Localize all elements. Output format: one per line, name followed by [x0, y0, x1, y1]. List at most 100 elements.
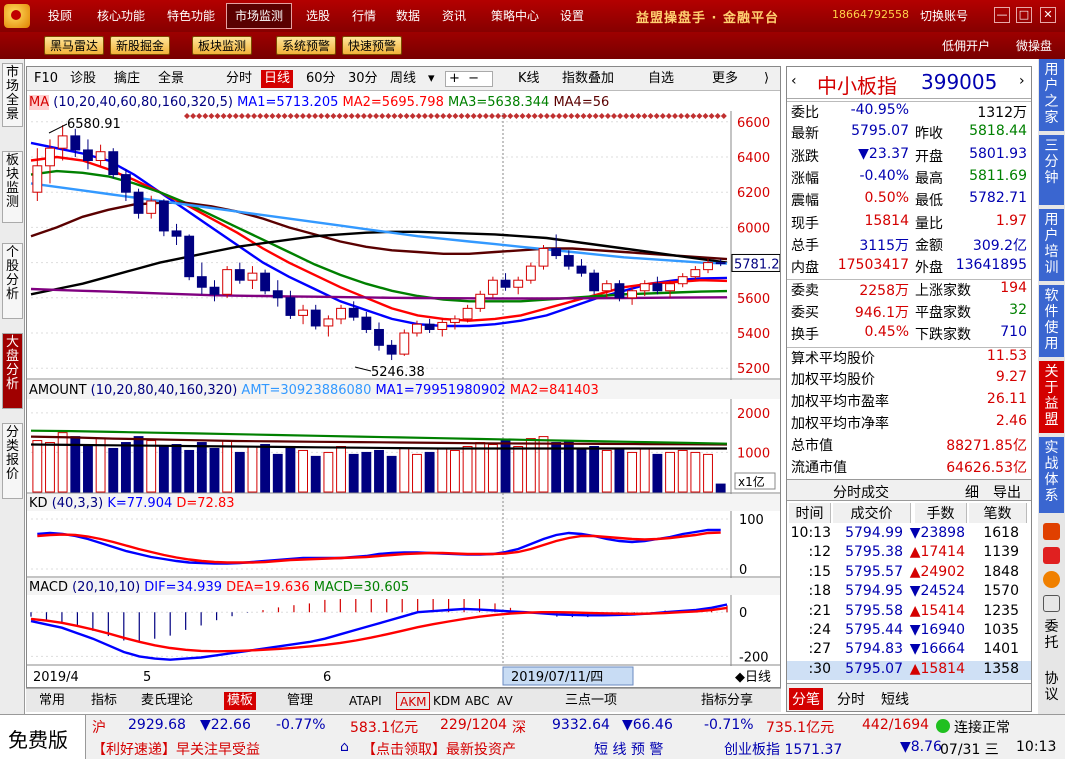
tab-atapi[interactable]: ATAPI	[346, 692, 385, 710]
amount-bar	[234, 451, 245, 493]
tab-manage[interactable]: 管理	[284, 692, 316, 710]
toolbar-system-alert-button[interactable]: 系统预警	[276, 36, 337, 55]
stat-value: 11.53	[986, 348, 1027, 364]
menu-item-7[interactable]: 资讯	[434, 0, 474, 32]
quote-value: 5818.44	[969, 123, 1027, 140]
menu-item-0[interactable]: 投顾	[40, 0, 80, 32]
stat-label: 流通市值	[791, 460, 847, 476]
kd-tick-label: 100	[739, 513, 764, 528]
menu-item-8[interactable]: 策略中心	[482, 0, 548, 32]
menu-item-6[interactable]: 数据	[388, 0, 428, 32]
toolbar-sector-monitor-button[interactable]: 板块监测	[192, 36, 253, 55]
micro-trade-link[interactable]: 微操盘	[1016, 37, 1052, 54]
amount-bar	[108, 447, 119, 493]
short-alert[interactable]: 短 线 预 警	[594, 739, 663, 759]
tab-short-line[interactable]: 短线	[881, 689, 909, 709]
trade-link[interactable]: 委托	[1040, 619, 1063, 651]
tab-intraday[interactable]: 分时	[837, 689, 865, 709]
quote-value: 1312万	[977, 105, 1027, 121]
software-usage-link[interactable]: 软件使用	[1039, 285, 1064, 357]
next-stock-icon[interactable]: ›	[1019, 73, 1025, 89]
signal-diamond	[611, 113, 617, 119]
amount-bar	[196, 442, 207, 493]
toolbar-heima-radar-button[interactable]: 黑马雷达	[44, 36, 105, 55]
tab-kdm[interactable]: KDM	[430, 692, 463, 710]
quote-icon[interactable]	[1043, 595, 1060, 612]
tab-indicator[interactable]: 指标	[88, 692, 120, 710]
tab-abc[interactable]: ABC	[462, 692, 493, 710]
quote-row: 换手 0.45% 下跌家数 710	[787, 324, 1031, 346]
ticks-row: :21 5795.58 ▲15414 1235	[787, 603, 1031, 622]
amount-unit-label: x1亿	[738, 474, 765, 489]
ticks-cell: 5795.58	[845, 602, 903, 619]
quote-value: 309.2亿	[972, 237, 1027, 254]
about-yimeng-link[interactable]: 关于益盟	[1039, 361, 1064, 433]
ticks-export-button[interactable]: 导出	[993, 482, 1021, 502]
agreement-link[interactable]: 协议	[1040, 671, 1063, 703]
signal-diamond	[550, 113, 556, 119]
msg-icon[interactable]	[1043, 523, 1060, 540]
amount-ma1-value: MA1=79951980902	[375, 383, 506, 398]
menu-item-3[interactable]: 市场监测	[226, 3, 292, 29]
macd-indicator-line: MACD (20,10,10) DIF=34.939 DEA=19.636 MA…	[29, 579, 409, 597]
ticks-cell: 1035	[983, 622, 1019, 638]
menu-item-4[interactable]: 选股	[298, 0, 338, 32]
stat-label: 加权平均市净率	[791, 416, 889, 432]
tab-stock-analysis[interactable]: 个股分析	[2, 243, 23, 319]
amount-bar	[260, 444, 271, 493]
three-minutes-link[interactable]: 三分钟	[1039, 135, 1064, 205]
candle-body	[260, 272, 271, 292]
low-commission-link[interactable]: 低佣开户	[942, 37, 990, 54]
practical-system-link[interactable]: 实战体系	[1039, 437, 1064, 513]
tab-akm[interactable]: AKM	[396, 692, 431, 710]
maximize-icon[interactable]: □	[1016, 7, 1032, 23]
switch-account-button[interactable]: 切换账号	[920, 7, 968, 24]
menu-item-9[interactable]: 设置	[552, 0, 592, 32]
signal-diamond	[324, 113, 331, 119]
tab-sector-monitor[interactable]: 板块监测	[2, 151, 23, 223]
tab-template[interactable]: 模板	[224, 692, 257, 710]
tab-mai-theory[interactable]: 麦氏理论	[138, 692, 196, 710]
candle-body	[715, 262, 726, 265]
signal-diamond	[232, 113, 239, 119]
kd-tick-label: 0	[739, 563, 747, 578]
quote-row: 震幅 0.50% 最低 5782.71	[787, 190, 1031, 212]
signal-diamond	[617, 113, 624, 119]
signal-diamond	[562, 113, 569, 119]
news-ticker-2[interactable]: 【点击领取】最新投资产	[362, 739, 516, 759]
tab-market-overview[interactable]: 市场全景	[2, 63, 23, 127]
tab-common[interactable]: 常用	[36, 692, 68, 710]
tab-three-points[interactable]: 三点一项	[562, 692, 620, 710]
tab-category-quotes[interactable]: 分类报价	[2, 423, 23, 499]
kd-label[interactable]: KD	[29, 496, 48, 511]
user-home-link[interactable]: 用户之家	[1039, 59, 1064, 131]
menu-item-1[interactable]: 核心功能	[88, 0, 154, 32]
amount-label[interactable]: AMOUNT	[29, 383, 87, 398]
toolbar-quick-alert-button[interactable]: 快速预警	[342, 36, 403, 55]
user-training-link[interactable]: 用户培训	[1039, 209, 1064, 281]
tab-ticks[interactable]: 分笔	[789, 688, 823, 710]
prev-stock-icon[interactable]: ‹	[791, 73, 797, 89]
price-tick-label: 6600	[737, 116, 770, 131]
kline-chart-area: F10 诊股 擒庄 全景 分时 日线 60分 30分 周线 ▾ + − K线 指…	[26, 66, 781, 688]
ticks-detail-button[interactable]: 细	[965, 482, 979, 502]
toolbar-new-stock-button[interactable]: 新股掘金	[110, 36, 171, 55]
tab-av[interactable]: AV	[494, 692, 516, 710]
signal-diamond	[653, 113, 660, 119]
service-icon[interactable]	[1043, 571, 1060, 588]
signal-diamond	[525, 113, 532, 119]
candle-body	[487, 279, 498, 295]
minimize-icon[interactable]: —	[994, 7, 1010, 23]
close-icon[interactable]: ✕	[1040, 7, 1056, 23]
macd-label[interactable]: MACD	[29, 580, 68, 595]
notice-icon[interactable]	[1043, 547, 1060, 564]
indicator-share-dropdown[interactable]: 指标分享	[698, 692, 756, 710]
home-icon[interactable]: ⌂	[340, 739, 349, 755]
amount-bar	[374, 449, 384, 493]
signal-diamond	[537, 113, 544, 119]
menu-item-2[interactable]: 特色功能	[158, 0, 224, 32]
tab-index-analysis[interactable]: 大盘分析	[2, 333, 23, 409]
news-ticker-1[interactable]: 【利好速递】早关注早受益	[92, 739, 260, 759]
menu-item-5[interactable]: 行情	[344, 0, 384, 32]
amount-tick-label: 2000	[737, 407, 770, 422]
